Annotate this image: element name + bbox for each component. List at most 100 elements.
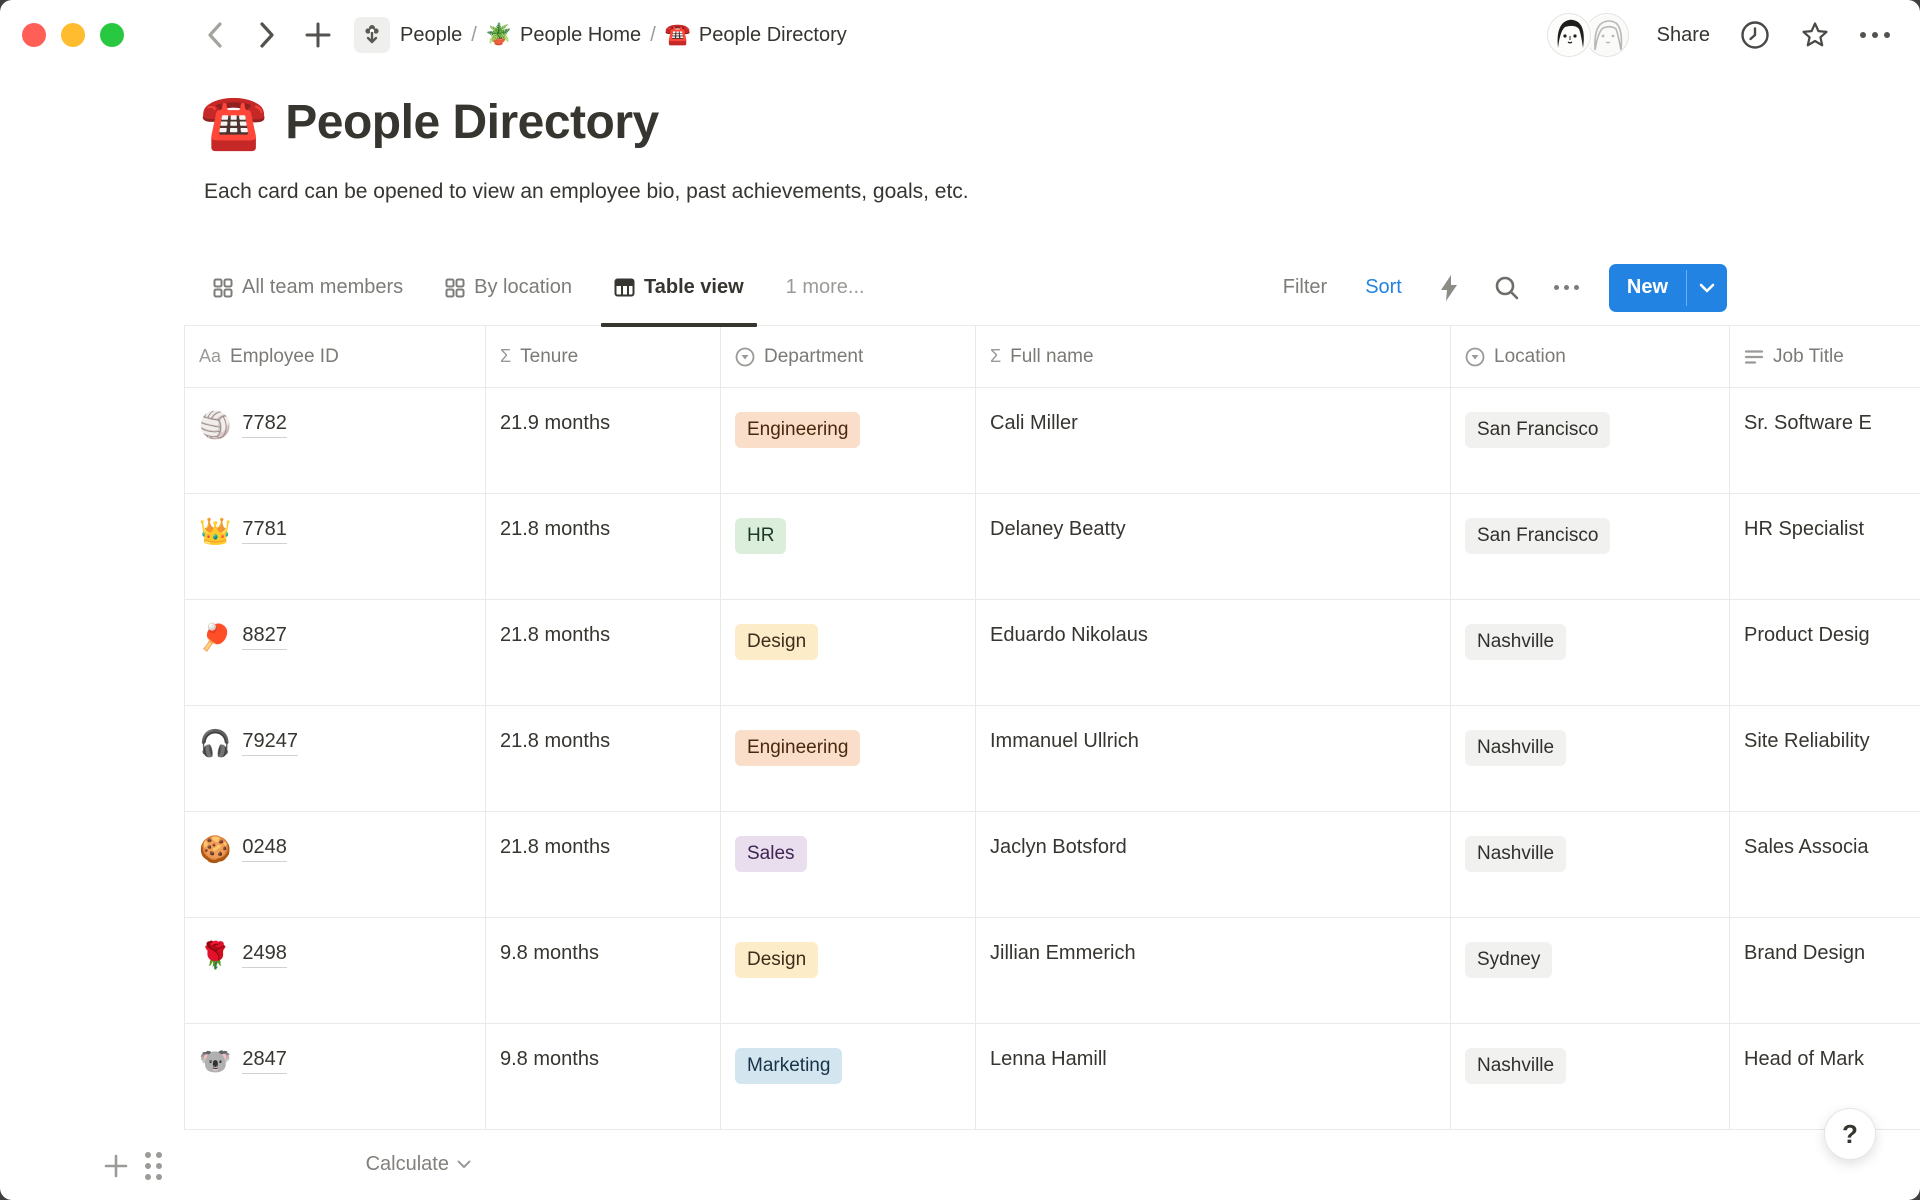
title-property-icon: Aa	[199, 346, 221, 367]
column-header-department[interactable]: Department	[721, 326, 976, 388]
search-icon[interactable]	[1494, 275, 1520, 301]
employee-id-link[interactable]: 0248	[242, 836, 287, 862]
location-cell[interactable]: Nashville	[1451, 1024, 1730, 1130]
department-cell[interactable]: Engineering	[721, 706, 976, 812]
view-tab-table-view[interactable]: Table view	[614, 250, 744, 325]
row-emoji-icon: 🎧	[199, 730, 231, 756]
job-title-cell[interactable]: HR Specialist	[1730, 494, 1920, 600]
back-icon[interactable]	[204, 20, 228, 50]
tenure-value: 21.9 months	[500, 412, 610, 434]
automation-bolt-icon[interactable]	[1438, 274, 1460, 302]
employee-id-link[interactable]: 8827	[242, 624, 287, 650]
tenure-cell[interactable]: 21.8 months	[486, 494, 721, 600]
full-name-value: Cali Miller	[990, 412, 1078, 434]
department-cell[interactable]: Engineering	[721, 388, 976, 494]
close-window-button[interactable]	[22, 23, 46, 47]
location-cell[interactable]: Sydney	[1451, 918, 1730, 1024]
column-header-full-name[interactable]: Σ Full name	[976, 326, 1451, 388]
avatar[interactable]	[1585, 13, 1629, 57]
employee-id-link[interactable]: 2847	[242, 1048, 287, 1074]
new-record-dropdown-icon[interactable]	[1687, 264, 1727, 312]
more-views-button[interactable]: 1 more...	[786, 276, 865, 299]
tenure-cell[interactable]: 9.8 months	[486, 918, 721, 1024]
breadcrumb-people[interactable]: People	[400, 24, 462, 47]
view-tab-all-team-members[interactable]: All team members	[213, 250, 403, 325]
page-description[interactable]: Each card can be opened to view an emplo…	[204, 178, 1920, 206]
job-title-cell[interactable]: Product Desig	[1730, 600, 1920, 706]
add-row-icon[interactable]	[103, 1153, 129, 1179]
page-title[interactable]: People Directory	[285, 95, 658, 150]
department-cell[interactable]: HR	[721, 494, 976, 600]
drag-handle-icon[interactable]	[145, 1152, 162, 1180]
location-cell[interactable]: San Francisco	[1451, 494, 1730, 600]
more-options-icon[interactable]	[1860, 32, 1890, 38]
employee-id-cell[interactable]: 🎧 79247	[185, 706, 486, 812]
updates-clock-icon[interactable]	[1740, 20, 1770, 50]
sidebar-toggle-icon[interactable]	[146, 28, 178, 43]
share-button[interactable]: Share	[1657, 24, 1710, 47]
job-title-cell[interactable]: Sr. Software E	[1730, 388, 1920, 494]
column-header-job-title[interactable]: Job Title	[1730, 326, 1920, 388]
location-tag: Sydney	[1465, 942, 1552, 978]
full-name-value: Eduardo Nikolaus	[990, 624, 1148, 646]
department-cell[interactable]: Design	[721, 600, 976, 706]
location-cell[interactable]: San Francisco	[1451, 388, 1730, 494]
full-name-cell[interactable]: Eduardo Nikolaus	[976, 600, 1451, 706]
employee-id-cell[interactable]: 🏐 7782	[185, 388, 486, 494]
table-row: 🐨 2847 9.8 months Marketing Lenna Hamill…	[185, 1024, 1920, 1130]
filter-button[interactable]: Filter	[1283, 276, 1327, 299]
tenure-cell[interactable]: 21.8 months	[486, 706, 721, 812]
employee-id-cell[interactable]: 👑 7781	[185, 494, 486, 600]
employee-id-link[interactable]: 7782	[242, 412, 287, 438]
employee-id-cell[interactable]: 🍪 0248	[185, 812, 486, 918]
job-title-cell[interactable]: Site Reliability	[1730, 706, 1920, 812]
column-header-location[interactable]: Location	[1451, 326, 1730, 388]
help-button[interactable]: ?	[1824, 1108, 1876, 1160]
tenure-cell[interactable]: 21.9 months	[486, 388, 721, 494]
view-options-icon[interactable]	[1554, 285, 1579, 290]
collaborator-avatars	[1547, 13, 1629, 57]
tenure-cell[interactable]: 9.8 months	[486, 1024, 721, 1130]
employee-id-link[interactable]: 7781	[242, 518, 287, 544]
employee-id-link[interactable]: 79247	[242, 730, 298, 756]
formula-property-icon: Σ	[990, 346, 1001, 367]
location-cell[interactable]: Nashville	[1451, 706, 1730, 812]
full-name-cell[interactable]: Delaney Beatty	[976, 494, 1451, 600]
full-name-cell[interactable]: Immanuel Ullrich	[976, 706, 1451, 812]
avatar[interactable]	[1547, 13, 1591, 57]
employee-id-link[interactable]: 2498	[242, 942, 287, 968]
calculate-button[interactable]: Calculate	[184, 1130, 485, 1199]
department-cell[interactable]: Design	[721, 918, 976, 1024]
forward-icon[interactable]	[254, 20, 278, 50]
breadcrumb-separator: /	[471, 24, 477, 47]
new-record-button[interactable]: New	[1609, 264, 1727, 312]
job-title-cell[interactable]: Sales Associa	[1730, 812, 1920, 918]
full-name-cell[interactable]: Jaclyn Botsford	[976, 812, 1451, 918]
breadcrumb-people-directory[interactable]: ☎️ People Directory	[665, 23, 847, 47]
full-name-cell[interactable]: Jillian Emmerich	[976, 918, 1451, 1024]
tenure-cell[interactable]: 21.8 months	[486, 600, 721, 706]
new-page-icon[interactable]	[304, 21, 332, 49]
employee-id-cell[interactable]: 🏓 8827	[185, 600, 486, 706]
favorite-star-icon[interactable]	[1800, 20, 1830, 50]
zoom-window-button[interactable]	[100, 23, 124, 47]
job-title-cell[interactable]: Head of Mark	[1730, 1024, 1920, 1130]
view-tab-by-location[interactable]: By location	[445, 250, 572, 325]
employee-id-cell[interactable]: 🐨 2847	[185, 1024, 486, 1130]
department-cell[interactable]: Marketing	[721, 1024, 976, 1130]
page-icon-red-phone[interactable]: ☎️	[200, 95, 267, 149]
full-name-cell[interactable]: Cali Miller	[976, 388, 1451, 494]
teamspace-flower-icon[interactable]	[354, 17, 390, 53]
department-cell[interactable]: Sales	[721, 812, 976, 918]
column-header-tenure[interactable]: Σ Tenure	[486, 326, 721, 388]
minimize-window-button[interactable]	[61, 23, 85, 47]
location-cell[interactable]: Nashville	[1451, 600, 1730, 706]
job-title-cell[interactable]: Brand Design	[1730, 918, 1920, 1024]
column-header-employee-id[interactable]: Aa Employee ID	[185, 326, 486, 388]
tenure-cell[interactable]: 21.8 months	[486, 812, 721, 918]
location-cell[interactable]: Nashville	[1451, 812, 1730, 918]
full-name-cell[interactable]: Lenna Hamill	[976, 1024, 1451, 1130]
employee-id-cell[interactable]: 🌹 2498	[185, 918, 486, 1024]
breadcrumb-people-home[interactable]: 🪴 People Home	[486, 23, 641, 47]
sort-button[interactable]: Sort	[1365, 276, 1402, 299]
